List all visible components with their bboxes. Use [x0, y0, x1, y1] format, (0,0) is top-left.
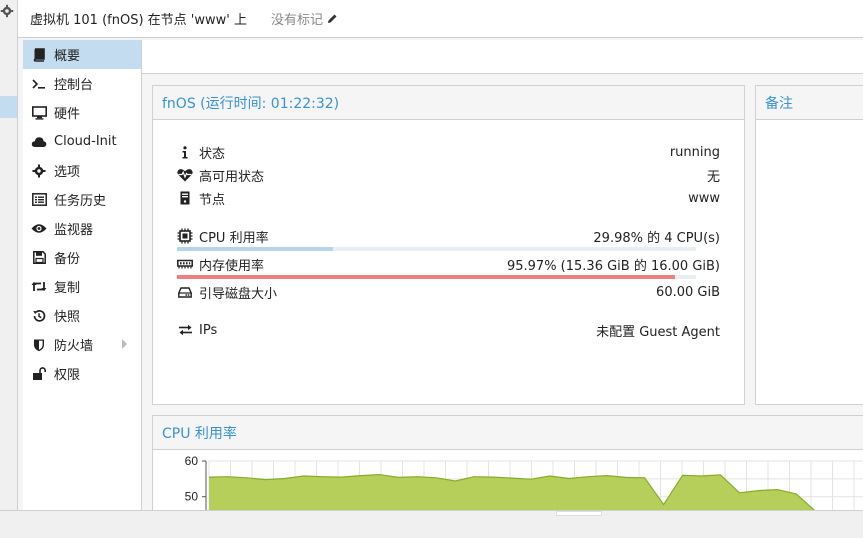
- book-icon: [31, 47, 47, 63]
- cpu-usage-bar: [177, 247, 696, 251]
- splitter-handle[interactable]: [556, 511, 602, 516]
- cpu-row: CPU 利用率 29.98% 的 4 CPU(s): [177, 227, 720, 246]
- sidebar-item-label: 概要: [54, 49, 81, 64]
- selected-tree-node[interactable]: [0, 96, 17, 118]
- memory-value: 95.97% (15.36 GiB 的 16.00 GiB): [506, 258, 720, 274]
- memory-icon: [177, 256, 193, 272]
- node-value: www: [688, 190, 720, 206]
- ha-label: 高可用状态: [199, 169, 265, 185]
- heartbeat-icon: [177, 167, 193, 183]
- sidebar-item-summary[interactable]: 概要: [23, 40, 141, 69]
- resource-tree-strip: [0, 0, 18, 510]
- cpu-label: CPU 利用率: [199, 230, 269, 246]
- main-content: fnOS (运行时间: 01:22:32) 状态 running 高可用状态 无…: [142, 40, 863, 515]
- sidebar-item-label: 监视器: [54, 223, 94, 238]
- info-icon: [177, 144, 193, 160]
- pencil-icon: [327, 14, 337, 23]
- floppy-icon: [31, 250, 47, 266]
- bottom-status-bar: [0, 510, 863, 538]
- ips-row: IPs 未配置 Guest Agent: [177, 321, 720, 340]
- state-label: 状态: [199, 146, 226, 162]
- sidebar-item-label: 防火墙: [54, 339, 94, 354]
- sidebar-item-console[interactable]: 控制台: [23, 69, 141, 98]
- cpu-area-series: [209, 474, 863, 511]
- sidebar-item-cloud-init[interactable]: Cloud-Init: [23, 127, 141, 156]
- gear-icon: [31, 163, 47, 179]
- sidebar-item-backup[interactable]: 备份: [23, 243, 141, 272]
- sidebar-item-label: 硬件: [54, 107, 81, 122]
- disk-value: 60.00 GiB: [656, 284, 720, 300]
- ips-value: 未配置 Guest Agent: [596, 324, 720, 340]
- sidebar-item-replication[interactable]: 复制: [23, 272, 141, 301]
- app-window: 虚拟机 101 (fnOS) 在节点 'www' 上 没有标记 概要 控制台 硬…: [0, 0, 863, 538]
- memory-usage-fill: [177, 275, 676, 279]
- sidebar-item-snapshot[interactable]: 快照: [23, 301, 141, 330]
- sidebar-item-label: 备份: [54, 252, 81, 267]
- status-row: 状态 running: [177, 143, 720, 162]
- memory-label: 内存使用率: [199, 258, 265, 274]
- sidebar-item-options[interactable]: 选项: [23, 156, 141, 185]
- shield-icon: [31, 337, 47, 353]
- notes-panel-title: 备注: [756, 86, 863, 120]
- edit-notes-link[interactable]: 没有标记: [271, 9, 338, 28]
- unlock-icon: [31, 366, 47, 382]
- cpu-value: 29.98% 的 4 CPU(s): [593, 230, 720, 246]
- server-icon: [177, 190, 193, 206]
- sidebar-item-label: 权限: [54, 368, 81, 383]
- toolbar-area: [142, 40, 863, 74]
- ha-value: 无: [706, 169, 720, 185]
- memory-row: 内存使用率 95.97% (15.36 GiB 的 16.00 GiB): [177, 255, 720, 274]
- sidebar-item-label: 任务历史: [54, 194, 107, 209]
- ha-row: 高可用状态 无: [177, 166, 720, 185]
- state-value: running: [669, 144, 720, 160]
- notes-panel[interactable]: 备注: [755, 85, 863, 405]
- status-panel: fnOS (运行时间: 01:22:32) 状态 running 高可用状态 无…: [152, 85, 745, 405]
- cpu-usage-fill: [177, 247, 333, 251]
- submenu-arrow-icon: [122, 339, 127, 349]
- y-tick-label: 60: [185, 454, 199, 468]
- cpu-chart-title: CPU 利用率: [153, 416, 863, 450]
- list-icon: [31, 192, 47, 208]
- retweet-icon: [31, 279, 47, 295]
- sidebar-item-monitor[interactable]: 监视器: [23, 214, 141, 243]
- sidebar-item-label: Cloud-Init: [54, 134, 117, 149]
- sidebar-item-hardware[interactable]: 硬件: [23, 98, 141, 127]
- disk-label: 引导磁盘大小: [199, 286, 278, 302]
- hdd-icon: [177, 284, 193, 300]
- cloud-icon: [31, 134, 47, 150]
- cpu-usage-chart[interactable]: 60 50: [153, 451, 863, 511]
- status-body: 状态 running 高可用状态 无 节点 www CPU 利用率 29.98%…: [153, 121, 744, 404]
- status-panel-title: fnOS (运行时间: 01:22:32): [153, 86, 744, 120]
- terminal-icon: [31, 76, 47, 92]
- page-title: 虚拟机 101 (fnOS) 在节点 'www' 上: [30, 13, 247, 28]
- sidebar-item-firewall[interactable]: 防火墙: [23, 330, 141, 359]
- gear-icon[interactable]: [0, 4, 14, 18]
- exchange-icon: [177, 322, 193, 338]
- sidebar-item-label: 控制台: [54, 78, 94, 93]
- title-bar: 虚拟机 101 (fnOS) 在节点 'www' 上 没有标记: [18, 0, 863, 38]
- disk-row: 引导磁盘大小 60.00 GiB: [177, 283, 720, 302]
- vm-menu: 概要 控制台 硬件 Cloud-Init 选项 任务历史 监视器 备份 复制 快…: [23, 40, 142, 510]
- history-icon: [31, 308, 47, 324]
- sidebar-item-permissions[interactable]: 权限: [23, 359, 141, 388]
- y-tick-label: 50: [185, 490, 199, 504]
- node-row: 节点 www: [177, 189, 720, 208]
- sidebar-item-label: 快照: [54, 310, 81, 325]
- memory-usage-bar: [177, 275, 696, 279]
- sidebar-item-task-history[interactable]: 任务历史: [23, 185, 141, 214]
- sidebar-item-label: 选项: [54, 165, 81, 180]
- notes-label: 没有标记: [270, 13, 323, 28]
- cpu-usage-panel: CPU 利用率 60 50: [152, 415, 863, 515]
- eye-icon: [31, 221, 47, 237]
- sidebar-item-label: 复制: [54, 281, 81, 296]
- node-label: 节点: [199, 192, 226, 208]
- monitor-icon: [31, 105, 47, 121]
- cpu-chip-icon: [177, 228, 193, 244]
- ips-label: IPs: [199, 322, 218, 338]
